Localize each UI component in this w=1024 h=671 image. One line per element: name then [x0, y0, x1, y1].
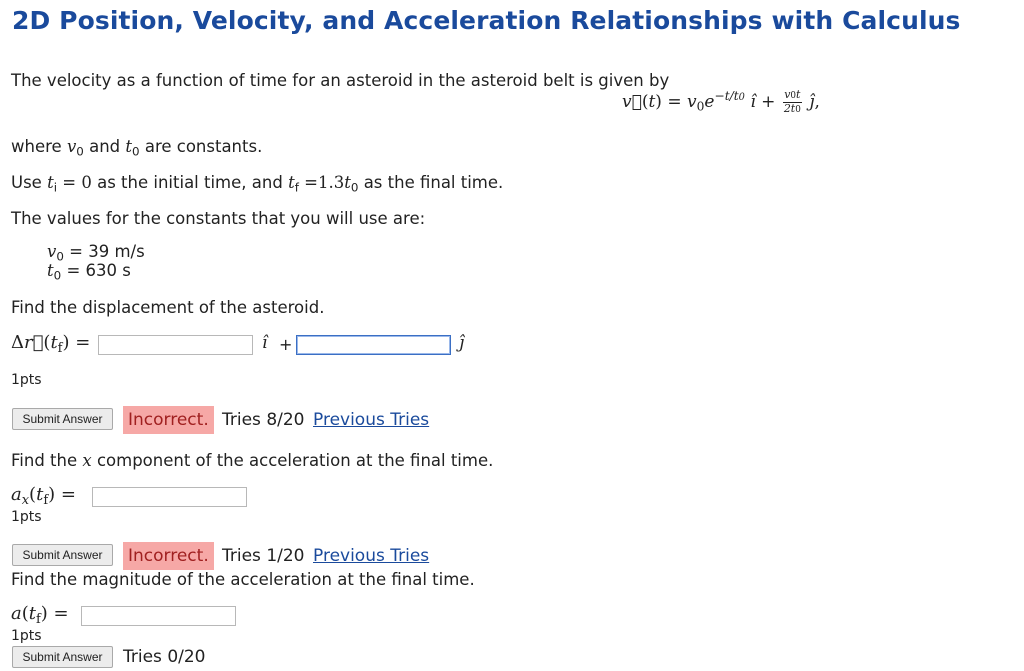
- i-hat-unit: î: [262, 333, 268, 353]
- q2-previous-tries-link[interactable]: Previous Tries: [313, 546, 429, 566]
- q1-plus: +: [279, 335, 293, 354]
- problem-statement: The velocity as a function of time for a…: [11, 71, 670, 90]
- q1-equation-label: Δr⃗(tf) =: [11, 332, 91, 356]
- j-hat-unit: ĵ: [459, 333, 465, 353]
- q2-tries: Tries 1/20: [222, 546, 305, 566]
- q1-x-field[interactable]: [99, 337, 252, 356]
- q1-x-input[interactable]: [98, 335, 253, 356]
- time-range-line: Use ti = 0 as the initial time, and tf =…: [11, 173, 504, 195]
- q2-field[interactable]: [93, 489, 246, 508]
- q1-y-input[interactable]: [296, 335, 451, 356]
- q3-tries: Tries 0/20: [123, 647, 206, 667]
- q3-points: 1pts: [11, 628, 42, 644]
- q3-input[interactable]: [81, 606, 236, 627]
- q1-points: 1pts: [11, 372, 42, 388]
- t0-value: = 630 s: [66, 261, 131, 280]
- q1-submit-button[interactable]: Submit Answer: [12, 408, 113, 430]
- q1-prompt: Find the displacement of the asteroid.: [11, 298, 325, 317]
- q3-prompt: Find the magnitude of the acceleration a…: [11, 570, 475, 589]
- q2-prompt: Find the x component of the acceleration…: [11, 451, 494, 470]
- q1-tries: Tries 8/20: [222, 410, 305, 430]
- q3-equation-label: a(tf) =: [11, 603, 69, 627]
- q2-submit-button[interactable]: Submit Answer: [12, 544, 113, 566]
- q1-y-field[interactable]: [297, 337, 450, 356]
- q2-input[interactable]: [92, 487, 247, 508]
- constants-line: where v0 and t0 are constants.: [11, 137, 263, 159]
- q2-points: 1pts: [11, 509, 42, 525]
- page-title: 2D Position, Velocity, and Acceleration …: [12, 6, 961, 35]
- q3-submit-button[interactable]: Submit Answer: [12, 646, 113, 668]
- velocity-equation: v⃗(t) = v0e−t/t0 î + v0t 2t0 ĵ,: [622, 88, 820, 115]
- v0-value: = 39 m/s: [69, 242, 145, 261]
- values-heading: The values for the constants that you wi…: [11, 209, 426, 228]
- q2-equation-label: ax(tf) =: [11, 484, 76, 508]
- t0-value-row: t0 = 630 s: [47, 261, 131, 283]
- q2-incorrect-badge: Incorrect.: [123, 542, 214, 570]
- q1-incorrect-badge: Incorrect.: [123, 406, 214, 434]
- q1-previous-tries-link[interactable]: Previous Tries: [313, 410, 429, 430]
- q3-field[interactable]: [82, 608, 235, 627]
